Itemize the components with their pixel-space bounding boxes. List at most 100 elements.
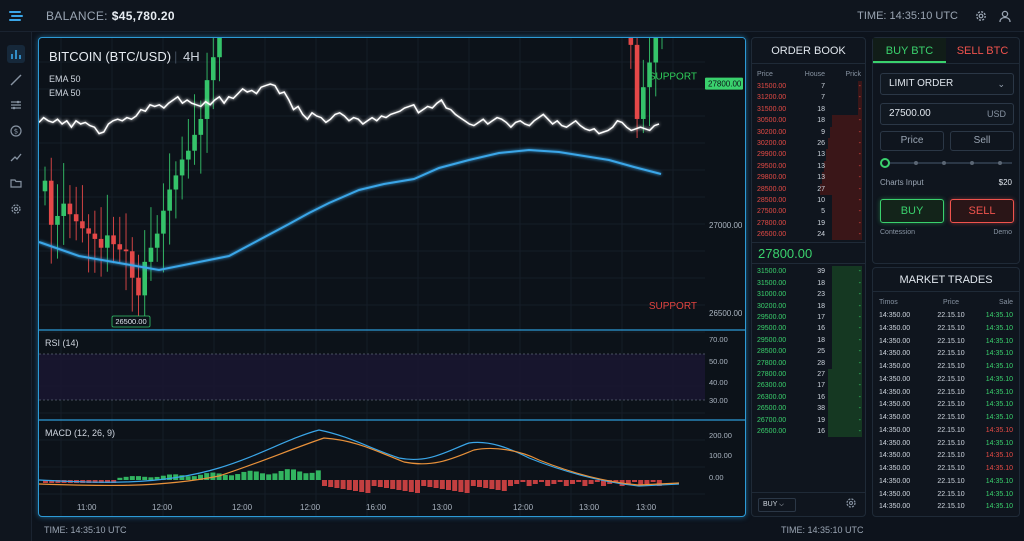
trade-sale: 14:35.10 xyxy=(985,363,1013,370)
col-price: Price xyxy=(757,71,773,78)
bid-row[interactable]: 31000.00 23 - xyxy=(752,289,865,301)
bid-row[interactable]: 26500.00 38 - xyxy=(752,403,865,415)
candle-body xyxy=(647,62,652,88)
trade-row[interactable]: 14:350.00 22.15.10 14:35.10 xyxy=(873,412,1019,425)
ob-mark: - xyxy=(858,370,861,378)
ob-price: 28500.00 xyxy=(757,348,787,356)
trade-row[interactable]: 14:350.00 22.15.10 14:35.10 xyxy=(873,450,1019,463)
timeframe-label[interactable]: 4H xyxy=(183,49,200,64)
candle-body xyxy=(641,87,646,119)
app-logo-icon[interactable] xyxy=(0,0,32,32)
macd-bar xyxy=(185,476,191,480)
macd-bar xyxy=(501,480,507,491)
trade-row[interactable]: 14:350.00 22.15.10 14:35.10 xyxy=(873,438,1019,451)
slider-handle[interactable] xyxy=(880,158,890,168)
trade-row[interactable]: 14:350.00 22.15.10 14:35.10 xyxy=(873,399,1019,412)
amount-slider[interactable] xyxy=(880,157,1014,169)
trade-row[interactable]: 14:350.00 22.15.10 14:35.10 xyxy=(873,361,1019,374)
tab-sell-btc[interactable]: SELL BTC xyxy=(946,38,1019,63)
gear-icon[interactable] xyxy=(974,9,988,23)
macd-bar xyxy=(384,480,389,488)
trade-row[interactable]: 14:350.00 22.15.10 14:35.10 xyxy=(873,374,1019,387)
trade-panel: BUY BTC SELL BTC LIMIT ORDER ⌄ 27500.00 … xyxy=(872,37,1020,264)
trade-row[interactable]: 14:350.00 22.15.10 14:35.10 xyxy=(873,476,1019,489)
trade-row[interactable]: 14:350.00 22.15.10 14:35.10 xyxy=(873,336,1019,349)
ask-row[interactable]: 30200.00 26 - xyxy=(752,137,865,150)
chart-panel[interactable]: RESISTANCERESISTANCESUPPORTSUPPORT 31500… xyxy=(38,37,746,517)
trade-row[interactable]: 14:350.00 22.15.10 14:35.10 xyxy=(873,348,1019,361)
macd-bar xyxy=(632,480,637,482)
trend-line-icon[interactable] xyxy=(7,71,25,89)
bid-row[interactable]: 31500.00 18 - xyxy=(752,277,865,290)
trending-up-icon[interactable] xyxy=(7,148,25,166)
bid-row[interactable]: 31500.00 39 - xyxy=(752,266,865,278)
bid-row[interactable]: 27800.00 28 - xyxy=(752,357,865,369)
bid-row[interactable]: 27800.00 27 - xyxy=(752,368,865,381)
buy-button[interactable]: BUY xyxy=(880,199,944,223)
sell-button-small[interactable]: Sell xyxy=(950,131,1014,151)
macd-bar xyxy=(514,480,520,484)
ask-row[interactable]: 29500.00 13 - xyxy=(752,160,865,173)
bar-chart-icon[interactable] xyxy=(7,45,25,63)
ask-row[interactable]: 26500.00 24 - xyxy=(752,229,865,241)
user-icon[interactable] xyxy=(998,9,1012,23)
price-input[interactable]: 27500.00 USD xyxy=(880,103,1014,125)
settings-icon[interactable] xyxy=(7,200,25,218)
trade-row[interactable]: 14:350.00 22.15.10 14:35.10 xyxy=(873,489,1019,502)
order-type-select[interactable]: LIMIT ORDER ⌄ xyxy=(880,73,1014,95)
bid-row[interactable]: 30200.00 18 - xyxy=(752,300,865,313)
ob-size: 13 xyxy=(817,162,825,170)
ob-mark: - xyxy=(858,359,861,367)
bid-row[interactable]: 26700.00 19 - xyxy=(752,414,865,426)
candle-body xyxy=(198,118,204,135)
macd-bar xyxy=(458,480,464,492)
trade-time: 14:350.00 xyxy=(879,363,911,370)
ob-size: 24 xyxy=(817,231,825,239)
ask-row[interactable]: 29800.00 13 - xyxy=(752,172,865,184)
ask-row[interactable]: 29900.00 13 - xyxy=(752,149,865,161)
trade-row[interactable]: 14:350.00 22.15.10 14:35.10 xyxy=(873,501,1019,514)
folder-icon[interactable] xyxy=(7,174,25,192)
trade-price: 22.15.10 xyxy=(937,324,965,332)
macd-bar xyxy=(142,476,148,480)
ask-row[interactable]: 30500.00 18 - xyxy=(752,115,865,127)
bid-row[interactable]: 26300.00 17 - xyxy=(752,380,865,392)
trade-row[interactable]: 14:350.00 22.15.10 14:35.10 xyxy=(873,463,1019,476)
ob-mark: - xyxy=(858,105,861,113)
ob-price: 29500.00 xyxy=(757,162,787,170)
bid-row[interactable]: 26300.00 16 - xyxy=(752,391,865,404)
ask-row[interactable]: 27500.00 5 - xyxy=(752,206,865,218)
dollar-icon[interactable]: $ xyxy=(7,122,25,140)
legend-ema-2: EMA 50 xyxy=(49,88,81,98)
ob-mark: - xyxy=(858,382,861,390)
bid-row[interactable]: 29500.00 16 - xyxy=(752,323,865,335)
ask-row[interactable]: 28500.00 10 - xyxy=(752,194,865,207)
trade-row[interactable]: 14:350.00 22.15.10 14:35.10 xyxy=(873,425,1019,438)
ask-row[interactable]: 30200.00 9 - xyxy=(752,126,865,138)
settings-gear-icon[interactable] xyxy=(845,496,857,514)
bid-row[interactable]: 26500.00 16 - xyxy=(752,425,865,438)
rsi-line xyxy=(39,83,660,135)
ask-row[interactable]: 31500.00 18 - xyxy=(752,103,865,116)
macd-bar xyxy=(241,471,247,480)
trade-row[interactable]: 14:350.00 22.15.10 14:35.10 xyxy=(873,323,1019,336)
tab-buy-btc[interactable]: BUY BTC xyxy=(873,38,946,63)
sell-button[interactable]: SELL xyxy=(950,199,1014,223)
price-chart[interactable]: RESISTANCERESISTANCESUPPORTSUPPORT 31500… xyxy=(39,38,746,517)
buy-select[interactable]: BUY ⌵ xyxy=(758,497,796,512)
price-button[interactable]: Price xyxy=(880,131,944,151)
bid-row[interactable]: 28500.00 25 - xyxy=(752,346,865,358)
col-timos: Timos xyxy=(879,299,898,306)
ask-row[interactable]: 31500.00 7 - xyxy=(752,81,865,93)
ask-row[interactable]: 28500.00 27 - xyxy=(752,183,865,195)
order-book-title: ORDER BOOK xyxy=(752,38,865,64)
bid-row[interactable]: 29500.00 18 - xyxy=(752,334,865,347)
trade-row[interactable]: 14:350.00 22.15.10 14:35.10 xyxy=(873,387,1019,400)
bid-row[interactable]: 29500.00 17 - xyxy=(752,312,865,324)
ask-row[interactable]: 27800.00 19 - xyxy=(752,217,865,230)
ask-row[interactable]: 31200.00 7 - xyxy=(752,92,865,104)
sliders-icon[interactable] xyxy=(7,96,25,114)
mid-price: 27800.00 xyxy=(752,242,865,265)
chart-title: BITCOIN (BTC/USD) xyxy=(49,49,171,64)
trade-row[interactable]: 14:350.00 22.15.10 14:35.10 xyxy=(873,310,1019,323)
